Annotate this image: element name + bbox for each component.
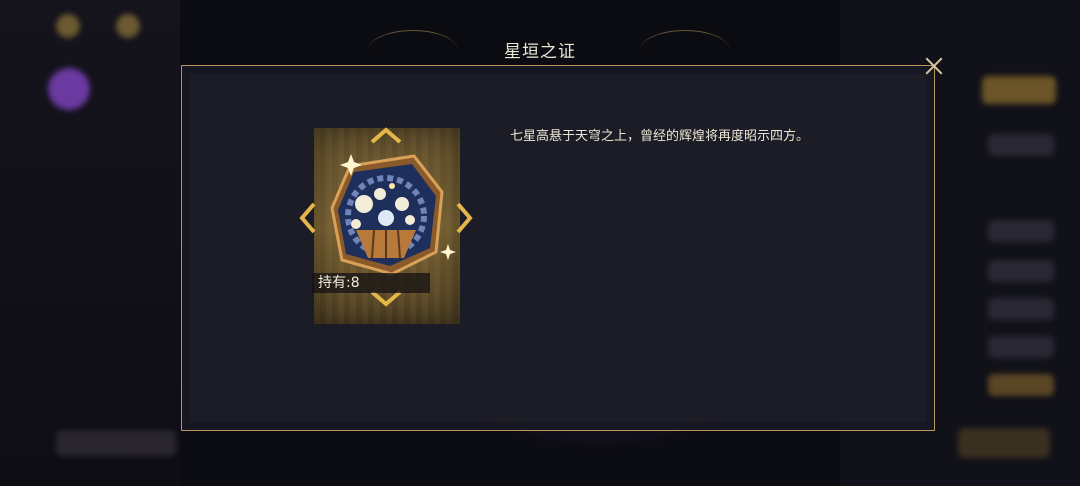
backdrop-top-icon (56, 14, 80, 38)
backdrop-row (988, 134, 1054, 156)
item-description: 七星高悬于天穹之上，曾经的辉煌将再度昭示四方。 (510, 129, 810, 144)
backdrop-row (988, 298, 1054, 320)
backdrop-button (982, 76, 1056, 104)
backdrop-top-icon (116, 14, 140, 38)
backdrop-row (988, 220, 1054, 242)
backdrop-row (988, 336, 1054, 358)
backdrop-row (988, 260, 1054, 282)
backdrop-avatar (48, 68, 90, 110)
dialog-title: 星垣之证 (504, 42, 576, 62)
backdrop-bottom-button (958, 428, 1050, 458)
backdrop-bottom-button (56, 430, 176, 456)
held-count-label: 持有:8 (312, 273, 430, 293)
backdrop-left-panel (0, 0, 180, 486)
backdrop-row (988, 374, 1054, 396)
close-icon[interactable] (921, 53, 947, 79)
